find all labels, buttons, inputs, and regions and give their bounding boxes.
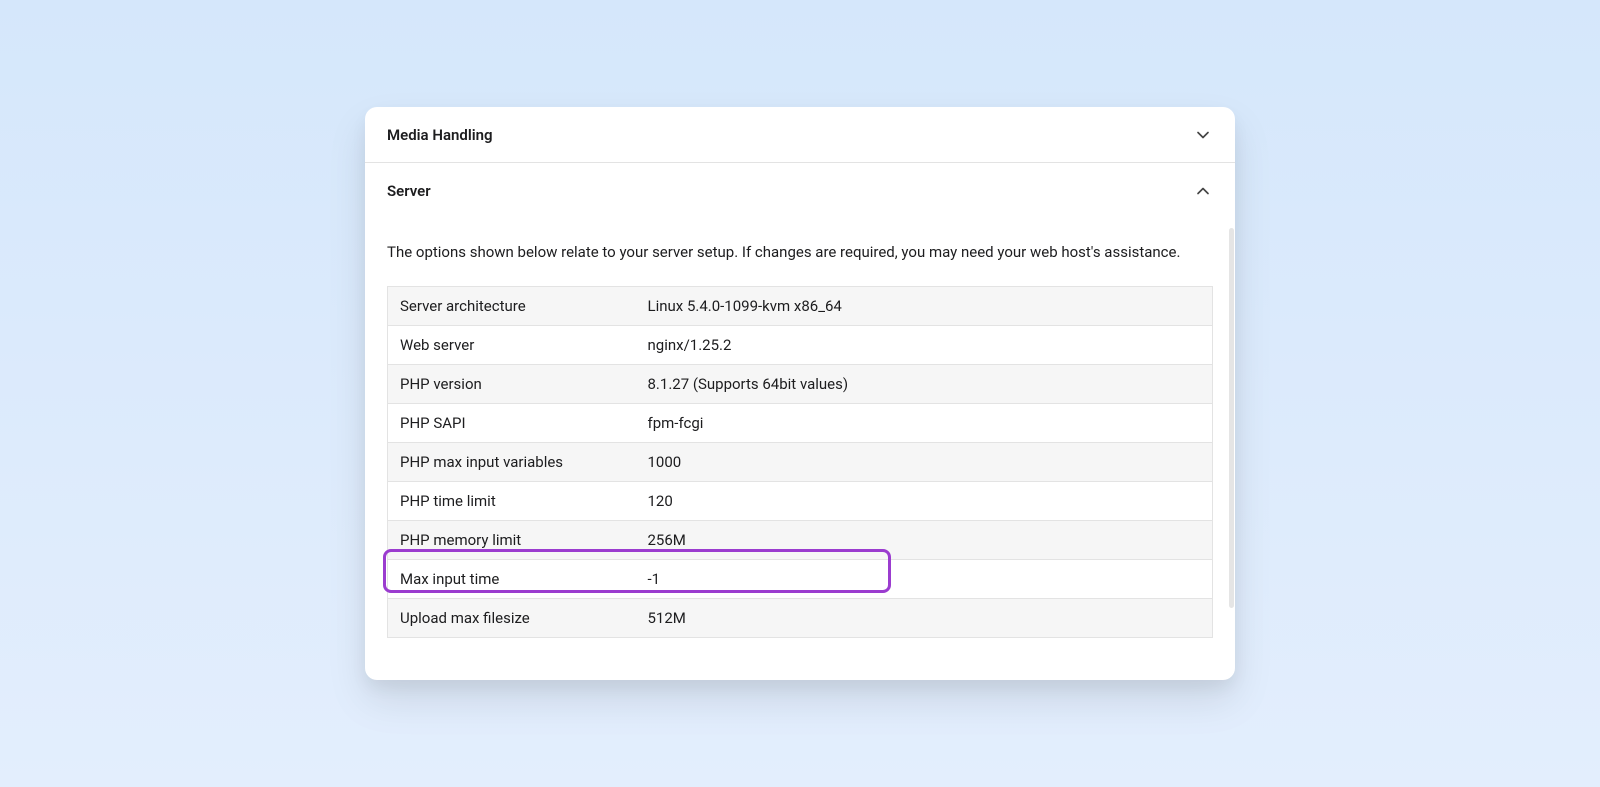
chevron-up-icon: [1193, 181, 1213, 201]
row-value: 120: [636, 481, 1213, 520]
settings-panel: Media Handling Server The options shown …: [365, 107, 1235, 680]
table-row: Server architecture Linux 5.4.0-1099-kvm…: [388, 286, 1213, 325]
row-label: Upload max filesize: [388, 598, 636, 637]
row-value: Linux 5.4.0-1099-kvm x86_64: [636, 286, 1213, 325]
section-title-server: Server: [387, 182, 431, 200]
row-label: Web server: [388, 325, 636, 364]
row-label: PHP SAPI: [388, 403, 636, 442]
scrollbar-thumb[interactable]: [1229, 228, 1234, 608]
table-row: Max input time -1: [388, 559, 1213, 598]
row-value: 1000: [636, 442, 1213, 481]
row-value: 8.1.27 (Supports 64bit values): [636, 364, 1213, 403]
row-value: 512M: [636, 598, 1213, 637]
row-label: PHP time limit: [388, 481, 636, 520]
table-row: Upload max filesize 512M: [388, 598, 1213, 637]
row-label: PHP max input variables: [388, 442, 636, 481]
server-info-table: Server architecture Linux 5.4.0-1099-kvm…: [387, 286, 1213, 638]
table-row-highlighted: PHP memory limit 256M: [388, 520, 1213, 559]
scrollbar[interactable]: [1229, 108, 1234, 679]
table-row: PHP version 8.1.27 (Supports 64bit value…: [388, 364, 1213, 403]
row-label: Max input time: [388, 559, 636, 598]
row-label: PHP version: [388, 364, 636, 403]
row-value: nginx/1.25.2: [636, 325, 1213, 364]
row-value: 256M: [636, 520, 1213, 559]
row-label: Server architecture: [388, 286, 636, 325]
section-description: The options shown below relate to your s…: [387, 241, 1213, 264]
table-row: PHP time limit 120: [388, 481, 1213, 520]
chevron-down-icon: [1193, 125, 1213, 145]
table-row: Web server nginx/1.25.2: [388, 325, 1213, 364]
row-value: fpm-fcgi: [636, 403, 1213, 442]
section-header-server[interactable]: Server: [365, 163, 1235, 219]
section-title-media-handling: Media Handling: [387, 126, 493, 144]
table-row: PHP SAPI fpm-fcgi: [388, 403, 1213, 442]
row-label: PHP memory limit: [388, 520, 636, 559]
section-header-media-handling[interactable]: Media Handling: [365, 107, 1235, 163]
table-row: PHP max input variables 1000: [388, 442, 1213, 481]
section-body-server: The options shown below relate to your s…: [365, 219, 1235, 660]
row-value: -1: [636, 559, 1213, 598]
